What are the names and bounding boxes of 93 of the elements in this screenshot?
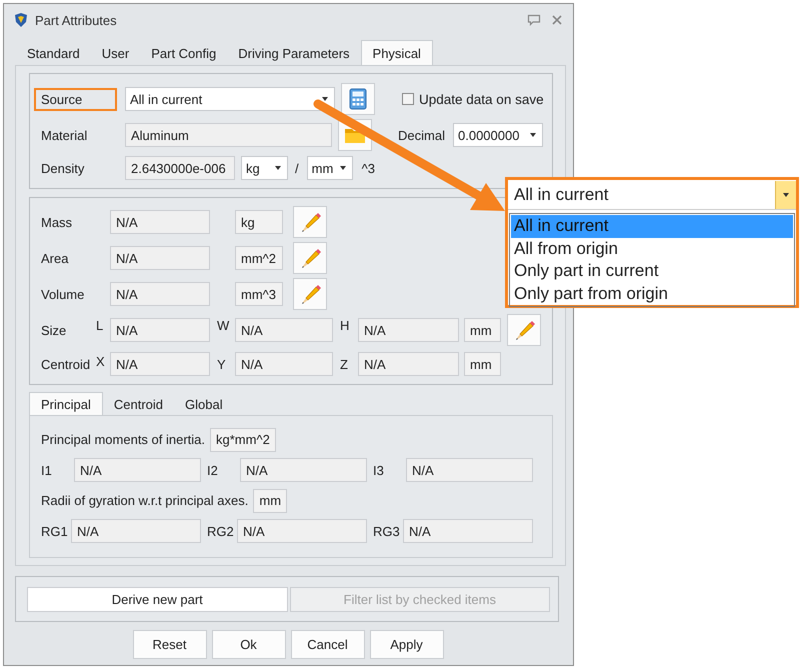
separator-text: / [295,160,299,176]
field-label: Centroid [41,356,92,372]
tab[interactable]: Principal [29,392,103,415]
calculator-icon [349,88,367,110]
calculator-button[interactable] [341,83,375,115]
window-title: Part Attributes [35,12,117,28]
axis-label: W [216,318,230,333]
axis-label: H [339,318,350,333]
close-icon [551,14,563,26]
unit-field: mm [464,318,501,342]
dropdown-option[interactable]: All in current [511,215,793,238]
tab[interactable]: Standard [16,43,91,65]
value-field[interactable]: N/A [235,318,333,342]
caret-icon [322,97,328,101]
dropdown-option[interactable]: Only part in current [511,260,793,282]
speech-bubble-icon [527,14,541,26]
value-field[interactable]: N/A [358,318,459,342]
tab[interactable]: User [90,43,140,65]
edit-button[interactable] [293,206,327,238]
unit-dropdown[interactable]: kg [241,156,288,180]
field-label: RG1 [41,524,69,538]
material-field[interactable]: Aluminum [125,123,332,147]
value-field[interactable]: N/A [71,519,201,543]
value-field[interactable]: N/A [240,458,367,482]
field-label: RG3 [373,524,401,538]
edit-button[interactable] [293,278,327,310]
exponent-text: ^3 [362,160,375,176]
tab[interactable]: Centroid [102,395,174,415]
edit-button[interactable] [293,242,327,274]
checkbox[interactable] [402,93,414,105]
source-dropdown[interactable]: All in current [508,180,796,210]
caret-icon [340,166,346,170]
value-field[interactable]: N/A [110,210,210,234]
dialog-button[interactable]: Ok [212,630,286,659]
density-field[interactable]: 2.6430000e-006 [125,156,235,180]
value-field[interactable]: N/A [110,352,210,376]
section-label: Principal moments of inertia. [41,432,206,447]
caret-icon [530,133,536,137]
field-label: I1 [41,462,53,478]
dialog-button[interactable]: Apply [370,630,444,659]
unit-field: mm^2 [235,246,283,270]
axis-label: Z [339,356,349,372]
value-field[interactable]: N/A [110,246,210,270]
field-label: I2 [207,462,219,478]
field-label: Decimal [398,128,446,142]
unit-field: mm [253,488,288,512]
pencil-icon [299,211,321,233]
source-label: Source [34,88,117,110]
value-field[interactable]: N/A [403,519,533,543]
field-label: I3 [373,462,385,478]
value-field[interactable]: N/A [358,352,459,376]
unit-field: mm^3 [235,282,283,306]
dialog-button[interactable]: Cancel [290,630,364,659]
checkbox-label: Update data on save [419,92,544,106]
edit-button[interactable] [507,314,541,346]
axis-label: L [96,318,104,333]
unit-field: kg*mm^2 [210,428,276,452]
tab[interactable]: Global [174,395,234,415]
decimal-dropdown[interactable]: 0.0000000 [453,123,543,147]
dropdown-option[interactable]: Only part from origin [511,282,793,305]
pencil-icon [299,283,321,305]
dropdown-button[interactable] [775,180,796,208]
action-button[interactable]: Derive new part [27,587,288,612]
field-label: Mass [41,214,74,230]
pencil-icon [513,319,535,341]
tab[interactable]: Driving Parameters [227,43,361,65]
value-field[interactable]: N/A [235,352,333,376]
tab[interactable]: Part Config [140,43,228,65]
value-field[interactable]: N/A [237,519,367,543]
unit-field: kg [235,210,283,234]
pencil-icon [299,247,321,269]
value-field[interactable]: N/A [74,458,201,482]
value-field[interactable]: N/A [110,318,210,342]
dialog-button[interactable]: Reset [132,630,206,659]
axis-label: Y [216,356,227,372]
field-label: Material [40,126,88,144]
app-icon [13,12,29,28]
field-label: Area [41,250,70,266]
unit-dropdown[interactable]: mm [306,156,353,180]
tab[interactable]: Physical [360,40,433,65]
axis-label: X [96,354,106,369]
field-label: Density [40,160,86,178]
value-field[interactable]: N/A [406,458,533,482]
field-label: Size [41,322,68,338]
unit-field: mm [464,352,501,376]
source-dropdown[interactable]: All in current [125,87,335,111]
section-label: Radii of gyration w.r.t principal axes. [41,493,248,508]
caret-icon [275,166,281,170]
caret-icon [783,192,789,196]
field-label: RG2 [207,524,235,538]
value-field[interactable]: N/A [110,282,210,306]
dropdown-option[interactable]: All from origin [511,238,793,260]
field-label: Volume [41,286,86,302]
